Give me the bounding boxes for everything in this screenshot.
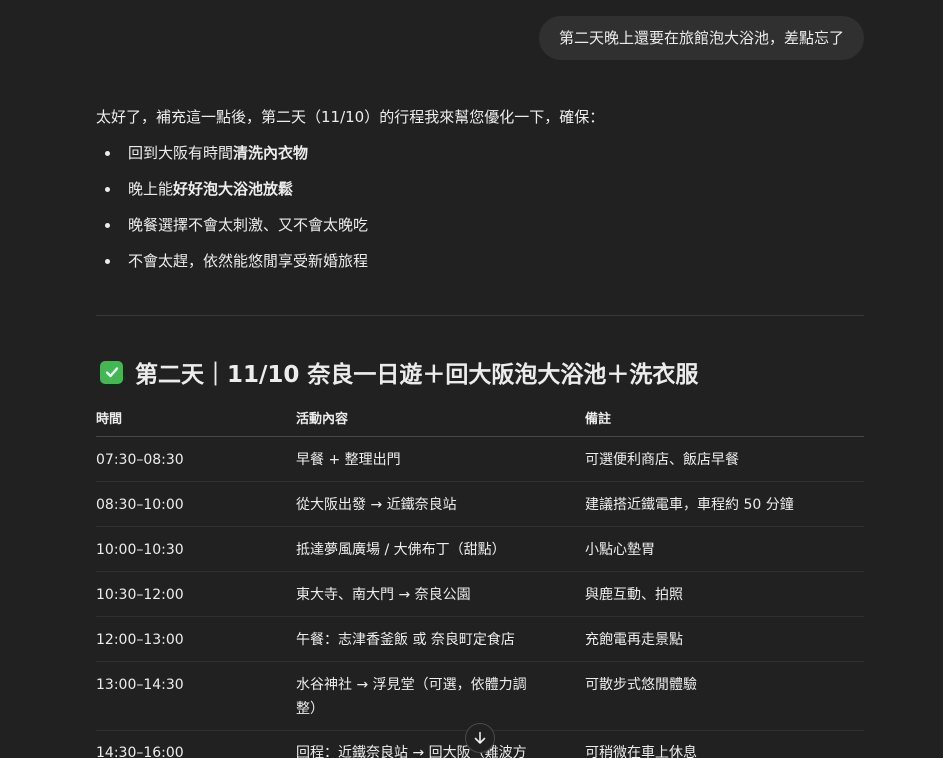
bold-text: 好好泡大浴池放鬆: [173, 180, 294, 198]
scroll-to-bottom-button[interactable]: [465, 723, 495, 753]
cell-time: 08:30–10:00: [96, 497, 184, 513]
header-cell-activity: 活動內容: [296, 412, 349, 427]
check-mark-button-icon: [100, 360, 123, 384]
table-row: 08:30–10:00 從大阪出發 → 近鐵奈良站 建議搭近鐵電車，車程約 50…: [96, 482, 864, 527]
list-item: 不會太趕，依然能悠閒享受新婚旅程: [96, 250, 368, 286]
table-row: 07:30–08:30 早餐 + 整理出門 可選便利商店、飯店早餐: [96, 437, 864, 482]
user-message-text: 第二天晚上還要在旅館泡大浴池，差點忘了: [558, 29, 844, 47]
list-item: 回到大阪有時間清洗內衣物: [96, 142, 368, 178]
section-divider: [96, 315, 864, 316]
itinerary-table: 時間 活動內容 備註 07:30–08:30 早餐 + 整理出門 可選便利商店、…: [96, 400, 864, 758]
header-cell-time: 時間: [96, 412, 123, 427]
cell-note: 充飽電再走景點: [585, 632, 683, 648]
cell-time: 12:00–13:00: [96, 632, 184, 648]
bullet-dot-icon: [105, 187, 110, 192]
cell-time: 13:00–14:30: [96, 677, 184, 693]
cell-activity: 午餐：志津香釜飯 或 奈良町定食店: [296, 632, 515, 648]
cell-note: 可選便利商店、飯店早餐: [585, 452, 739, 468]
cell-activity: 東大寺、南大門 → 奈良公園: [296, 587, 471, 603]
chat-page: 第二天晚上還要在旅館泡大浴池，差點忘了 太好了，補充這一點後，第二天（11/10…: [0, 0, 943, 758]
arrow-down-icon: [474, 731, 486, 744]
table-row: 13:00–14:30 水谷神社 → 浮見堂（可選，依體力調整） 可散步式悠閒體…: [96, 662, 864, 731]
cell-note: 與鹿互動、拍照: [585, 587, 683, 603]
table-row: 10:30–12:00 東大寺、南大門 → 奈良公園 與鹿互動、拍照: [96, 572, 864, 617]
list-item: 晚餐選擇不會太刺激、又不會太晚吃: [96, 214, 368, 250]
cell-activity: 水谷神社 → 浮見堂（可選，依體力調整）: [296, 677, 527, 717]
assistant-intro-text: 太好了，補充這一點後，第二天（11/10）的行程我來幫您優化一下，確保：: [96, 108, 605, 126]
bold-text: 清洗內衣物: [233, 144, 309, 162]
heading-text: 第二天｜11/10 奈良一日遊＋回大阪泡大浴池＋洗衣服: [135, 362, 699, 388]
cell-activity: 抵達夢風廣場 / 大佛布丁（甜點）: [296, 542, 506, 558]
table-row: 10:00–10:30 抵達夢風廣場 / 大佛布丁（甜點） 小點心墊胃: [96, 527, 864, 572]
cell-activity: 從大阪出發 → 近鐵奈良站: [296, 497, 457, 513]
header-cell-note: 備註: [585, 412, 612, 427]
cell-time: 14:30–16:00: [96, 745, 184, 758]
cell-time: 10:00–10:30: [96, 542, 184, 558]
section-heading: 第二天｜11/10 奈良一日遊＋回大阪泡大浴池＋洗衣服: [100, 355, 698, 389]
list-item: 晚上能好好泡大浴池放鬆: [96, 178, 368, 214]
cell-activity: 早餐 + 整理出門: [296, 452, 401, 468]
bullet-dot-icon: [105, 151, 110, 156]
cell-note: 建議搭近鐵電車，車程約 50 分鐘: [585, 497, 794, 513]
table-row: 12:00–13:00 午餐：志津香釜飯 或 奈良町定食店 充飽電再走景點: [96, 617, 864, 662]
cell-time: 10:30–12:00: [96, 587, 184, 603]
bullet-list: 回到大阪有時間清洗內衣物 晚上能好好泡大浴池放鬆 晚餐選擇不會太刺激、又不會太晚…: [96, 142, 368, 286]
bullet-dot-icon: [105, 223, 110, 228]
cell-time: 07:30–08:30: [96, 452, 184, 468]
user-message-bubble: 第二天晚上還要在旅館泡大浴池，差點忘了: [538, 16, 864, 60]
cell-note: 可散步式悠閒體驗: [585, 677, 697, 693]
cell-note: 小點心墊胃: [585, 542, 655, 558]
cell-note: 可稍微在車上休息: [585, 745, 697, 758]
cell-activity: 回程：近鐵奈良站 → 回大阪（難波方: [296, 745, 527, 758]
table-header-row: 時間 活動內容 備註: [96, 400, 864, 437]
bullet-dot-icon: [105, 259, 110, 264]
